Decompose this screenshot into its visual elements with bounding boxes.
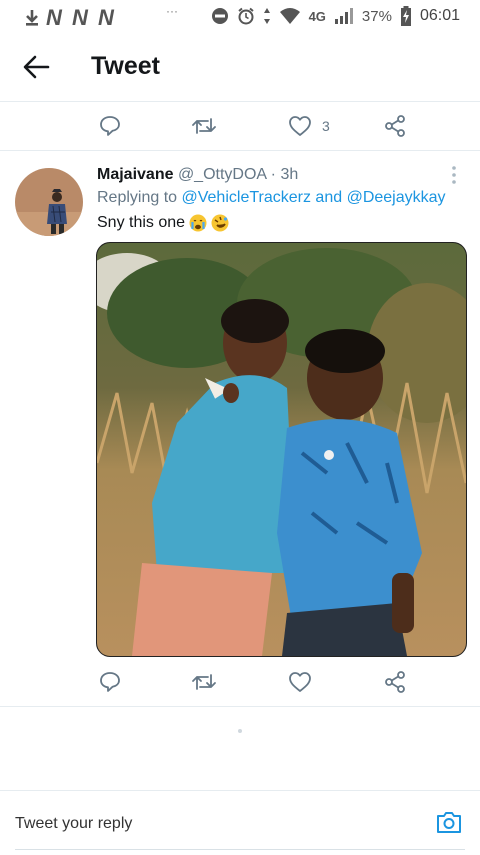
tweet-actions [0,658,480,706]
back-arrow-icon[interactable] [22,54,50,80]
parent-tweet-actions: 3 [0,102,480,151]
status-bar: N N N ··· 4G 37% 06:01 [0,0,480,32]
clock: 06:01 [419,7,460,24]
network-type: 4G [308,8,326,24]
data-transfer-icon [263,8,270,24]
signal-icon [334,8,353,24]
page-title: Tweet [91,52,160,80]
reply-icon [100,672,120,692]
mention-and: and [315,189,343,206]
author-name[interactable]: Majaivane [97,166,173,183]
rofl-emoji-icon [211,214,229,232]
tweet-time: 3h [280,166,299,183]
avatar[interactable] [15,168,83,236]
author-handle[interactable]: @_OttyDOA [178,166,266,183]
more-options-icon[interactable] [448,165,460,185]
reply-input-underline [15,849,465,850]
reply-button[interactable] [98,670,122,694]
retweet-icon [192,118,216,134]
divider [0,706,480,707]
retweet-button[interactable] [191,114,217,138]
wifi-icon [279,8,300,24]
replying-prefix: Replying to [97,189,178,206]
reply-input[interactable]: Tweet your reply [15,815,132,833]
battery-percent: 37% [361,7,392,25]
tweet-body: Sny this one [97,214,186,231]
reply-composer: Tweet your reply [0,790,480,855]
alarm-icon [237,7,254,25]
reply-button[interactable] [98,114,122,138]
tweet-header: Majaivane @_OttyDOA · 3h [97,166,298,184]
avatar-image [15,168,83,236]
heart-icon [289,116,311,136]
dnd-icon [211,8,228,24]
carrier-icons: N N N [46,5,116,30]
photo-two-children-pointing [97,243,466,656]
overflow-indicator: ··· [166,4,178,18]
like-button[interactable] [288,670,312,694]
like-count: 3 [322,118,330,134]
camera-icon[interactable] [435,808,463,836]
reply-icon [100,116,120,136]
crying-face-emoji-icon [189,214,207,232]
status-right: 4G 37% 06:01 [211,6,460,26]
battery-charging-icon [400,6,411,26]
retweet-icon [192,674,216,690]
share-button[interactable] [383,114,407,138]
replying-to: Replying to @VehicleTrackerz and @Deejay… [97,189,446,207]
top-app-bar: Tweet [0,32,480,102]
tweet-text: Sny this one [97,214,229,232]
heart-icon [289,672,311,692]
mention-link-deejaykkay[interactable]: @Deejaykkay [347,189,446,206]
separator-dot: · [270,166,276,183]
mention-link-vehicletrackerz[interactable]: @VehicleTrackerz [182,189,311,206]
share-button[interactable] [383,670,407,694]
download-icon [26,10,38,26]
share-icon [385,115,405,137]
status-left: N N N [24,5,116,31]
like-button[interactable]: 3 [288,114,330,138]
tweet-media-image[interactable] [96,242,467,657]
retweet-button[interactable] [191,670,217,694]
loading-indicator [238,729,242,733]
share-icon [385,671,405,693]
